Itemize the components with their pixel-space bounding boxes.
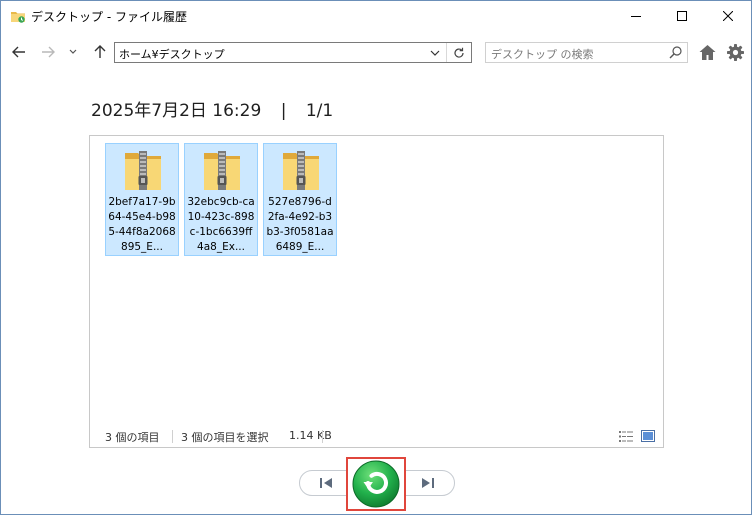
zip-folder-icon xyxy=(283,151,319,190)
navigation-bar: ホーム¥デスクトップ デスクトップ の検索 xyxy=(1,39,751,67)
file-name: 527e8796-d2fa-4e92-b3b3-3f0581aa6489_E..… xyxy=(266,196,334,253)
snapshot-page: 1/1 xyxy=(305,101,334,121)
file-name: 2bef7a17-9b64-45e4-b985-44f8a2068895_E..… xyxy=(108,196,176,253)
snapshot-date: 2025年7月2日 16:29 | 1/1 xyxy=(91,96,333,121)
refresh-button[interactable] xyxy=(448,43,470,62)
address-path: ホーム¥デスクトップ xyxy=(119,48,225,61)
restore-button[interactable] xyxy=(352,460,400,508)
file-item[interactable]: 32ebc9cb-ca10-423c-898c-1bc6639ff4a8_Ex.… xyxy=(184,143,258,256)
back-arrow-icon xyxy=(12,46,25,58)
recent-locations-button[interactable] xyxy=(62,41,84,63)
close-button[interactable] xyxy=(705,1,751,31)
refresh-icon xyxy=(454,47,464,58)
search-icon xyxy=(669,46,682,59)
zip-folder-icon xyxy=(125,151,161,190)
maximize-icon xyxy=(677,11,687,21)
folder-history-icon xyxy=(11,12,25,23)
file-name: 32ebc9cb-ca10-423c-898c-1bc6639ff4a8_Ex.… xyxy=(187,196,255,253)
next-version-icon xyxy=(422,478,434,488)
file-item[interactable]: 527e8796-d2fa-4e92-b3b3-3f0581aa6489_E..… xyxy=(263,143,337,256)
selected-size: 1.14 KB xyxy=(289,429,332,442)
maximize-button[interactable] xyxy=(659,1,705,31)
snapshot-separator: | xyxy=(280,101,287,121)
minimize-button[interactable] xyxy=(613,1,659,31)
address-divider xyxy=(446,43,447,62)
forward-arrow-icon xyxy=(42,46,55,58)
minimize-icon xyxy=(631,16,641,17)
gear-icon[interactable] xyxy=(726,43,745,62)
item-count: 3 個の項目 xyxy=(105,431,160,444)
title-bar: デスクトップ - ファイル履歴 xyxy=(1,1,751,31)
snapshot-datetime: 2025年7月2日 16:29 xyxy=(91,101,262,121)
up-arrow-icon xyxy=(94,45,106,58)
zip-folder-icon xyxy=(204,151,240,190)
status-bar: 3 個の項目 3 個の項目を選択 1.14 KB xyxy=(90,427,663,447)
large-icons-view-icon[interactable] xyxy=(641,430,655,442)
file-item[interactable]: 2bef7a17-9b64-45e4-b985-44f8a2068895_E..… xyxy=(105,143,179,256)
status-divider xyxy=(172,430,173,443)
previous-version-button[interactable] xyxy=(313,473,339,493)
file-list-pane[interactable]: 2bef7a17-9b64-45e4-b985-44f8a2068895_E..… xyxy=(89,135,664,448)
recent-dropdown-icon xyxy=(69,49,77,54)
close-icon xyxy=(723,11,733,21)
search-placeholder: デスクトップ の検索 xyxy=(491,48,594,61)
file-history-window: デスクトップ - ファイル履歴 ホーム¥デスクトップ デスクトップ の検索 20… xyxy=(0,0,752,515)
home-icon[interactable] xyxy=(698,43,717,62)
search-box[interactable]: デスクトップ の検索 xyxy=(485,42,688,63)
back-button[interactable] xyxy=(8,41,30,63)
up-button[interactable] xyxy=(89,41,111,63)
address-bar[interactable]: ホーム¥デスクトップ xyxy=(114,42,472,63)
details-view-icon[interactable] xyxy=(619,431,633,442)
address-dropdown-button[interactable] xyxy=(427,43,443,62)
forward-button[interactable] xyxy=(37,41,59,63)
status-divider xyxy=(322,430,323,443)
next-version-button[interactable] xyxy=(415,473,441,493)
selected-count: 3 個の項目を選択 xyxy=(181,431,269,444)
window-title: デスクトップ - ファイル履歴 xyxy=(31,10,187,24)
chevron-down-icon xyxy=(430,50,440,56)
previous-version-icon xyxy=(320,478,332,488)
